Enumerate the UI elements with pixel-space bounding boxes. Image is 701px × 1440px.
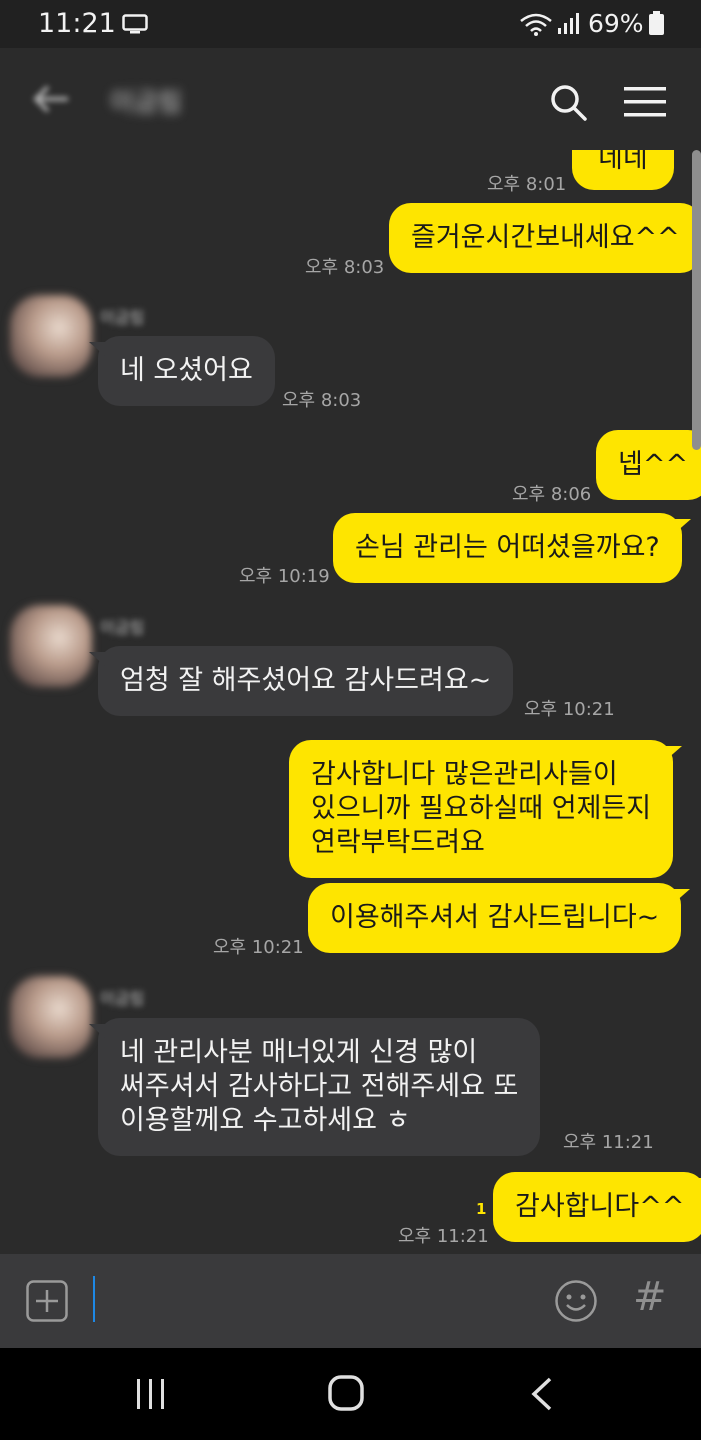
friend-message-bubble[interactable]: 네 관리사분 매너있게 신경 많이 써주셔서 감사하다고 전해주세요 또 이용할… bbox=[88, 1018, 541, 1156]
plus-icon[interactable] bbox=[26, 1280, 68, 1322]
battery-percent: 69% bbox=[588, 9, 644, 38]
message-time: 오후 10:21 bbox=[213, 937, 304, 958]
wifi-icon bbox=[520, 13, 552, 36]
chat-messages[interactable]: 네네 오후 8:01 즐거운시간보내세요^^ 오후 8:03 이금림 네 오셨어… bbox=[0, 150, 701, 1254]
nav-back-icon[interactable] bbox=[530, 1377, 554, 1411]
message-line: 써주셔서 감사하다고 전해주세요 또 bbox=[120, 1071, 519, 1102]
signal-icon bbox=[558, 13, 579, 34]
message-text: 엄청 잘 해주셨어요 감사드려요~ bbox=[120, 665, 492, 696]
hashtag-icon[interactable]: # bbox=[633, 1274, 667, 1320]
chat-scrollbar[interactable] bbox=[692, 150, 701, 450]
sender-name: 이금림 bbox=[100, 618, 145, 637]
message-text: 네네 bbox=[598, 150, 648, 174]
battery-icon bbox=[649, 11, 664, 35]
text-cursor[interactable] bbox=[93, 1276, 95, 1322]
message-line: 이용할께요 수고하세요 ㅎ bbox=[120, 1105, 411, 1136]
sender-name: 이금림 bbox=[100, 308, 145, 327]
my-message-bubble[interactable]: 손님 관리는 어떠셨을까요? bbox=[333, 513, 691, 583]
message-time: 오후 8:03 bbox=[282, 390, 362, 411]
friend-avatar[interactable] bbox=[10, 295, 92, 377]
chat-title: 이금림 bbox=[110, 88, 182, 118]
friend-avatar[interactable] bbox=[10, 605, 92, 687]
my-message-bubble[interactable]: 이용해주셔서 감사드립니다~ bbox=[308, 883, 691, 953]
message-line: 감사합니다 많은관리사들이 bbox=[311, 759, 618, 790]
my-message-bubble[interactable]: 넵^^ bbox=[596, 430, 701, 500]
emoji-icon[interactable] bbox=[554, 1279, 598, 1323]
message-text: 즐거운시간보내세요^^ bbox=[411, 222, 680, 253]
screen-cast-icon bbox=[122, 14, 148, 34]
system-nav-bar bbox=[0, 1348, 701, 1440]
friend-message-bubble[interactable]: 네 오셨어요 bbox=[89, 336, 275, 406]
chat-header: 이금림 bbox=[0, 48, 701, 150]
my-message-bubble[interactable]: 네네 bbox=[572, 150, 674, 190]
my-message-bubble[interactable]: 감사합니다 많은관리사들이 있으니까 필요하실때 언제든지 연락부탁드려요 bbox=[289, 740, 683, 878]
message-line: 있으니까 필요하실때 언제든지 bbox=[311, 793, 652, 824]
home-icon[interactable] bbox=[328, 1375, 364, 1411]
message-time: 오후 11:21 bbox=[398, 1226, 489, 1247]
search-icon[interactable] bbox=[548, 82, 588, 122]
message-input-bar: # bbox=[0, 1254, 701, 1348]
message-text: 이용해주셔서 감사드립니다~ bbox=[330, 902, 660, 933]
message-line: 연락부탁드려요 bbox=[311, 827, 485, 858]
message-time: 오후 8:03 bbox=[305, 257, 385, 278]
back-arrow-icon[interactable] bbox=[32, 84, 70, 114]
sender-name: 이금림 bbox=[100, 989, 145, 1008]
message-time: 오후 10:21 bbox=[524, 699, 615, 720]
message-text: 손님 관리는 어떠셨을까요? bbox=[355, 532, 660, 563]
friend-avatar[interactable] bbox=[10, 976, 92, 1058]
my-message-bubble[interactable]: 즐거운시간보내세요^^ bbox=[389, 203, 701, 273]
hamburger-menu-icon[interactable] bbox=[624, 86, 666, 118]
message-text: 감사합니다^^ bbox=[515, 1191, 685, 1222]
message-time: 오후 8:06 bbox=[512, 484, 592, 505]
message-text: 네 오셨어요 bbox=[120, 355, 253, 386]
message-text: 넵^^ bbox=[618, 449, 689, 480]
status-bar: 11:21 69% bbox=[0, 0, 701, 48]
message-time: 오후 11:21 bbox=[563, 1132, 654, 1153]
message-time: 오후 8:01 bbox=[487, 174, 567, 195]
recent-apps-icon[interactable] bbox=[136, 1378, 166, 1410]
message-line: 네 관리사분 매너있게 신경 많이 bbox=[120, 1037, 478, 1068]
message-time: 오후 10:19 bbox=[239, 566, 330, 587]
unread-count: 1 bbox=[476, 1200, 487, 1218]
friend-message-bubble[interactable]: 엄청 잘 해주셨어요 감사드려요~ bbox=[88, 646, 514, 716]
status-time: 11:21 bbox=[38, 8, 116, 39]
my-message-bubble[interactable]: 감사합니다^^ bbox=[493, 1172, 701, 1242]
